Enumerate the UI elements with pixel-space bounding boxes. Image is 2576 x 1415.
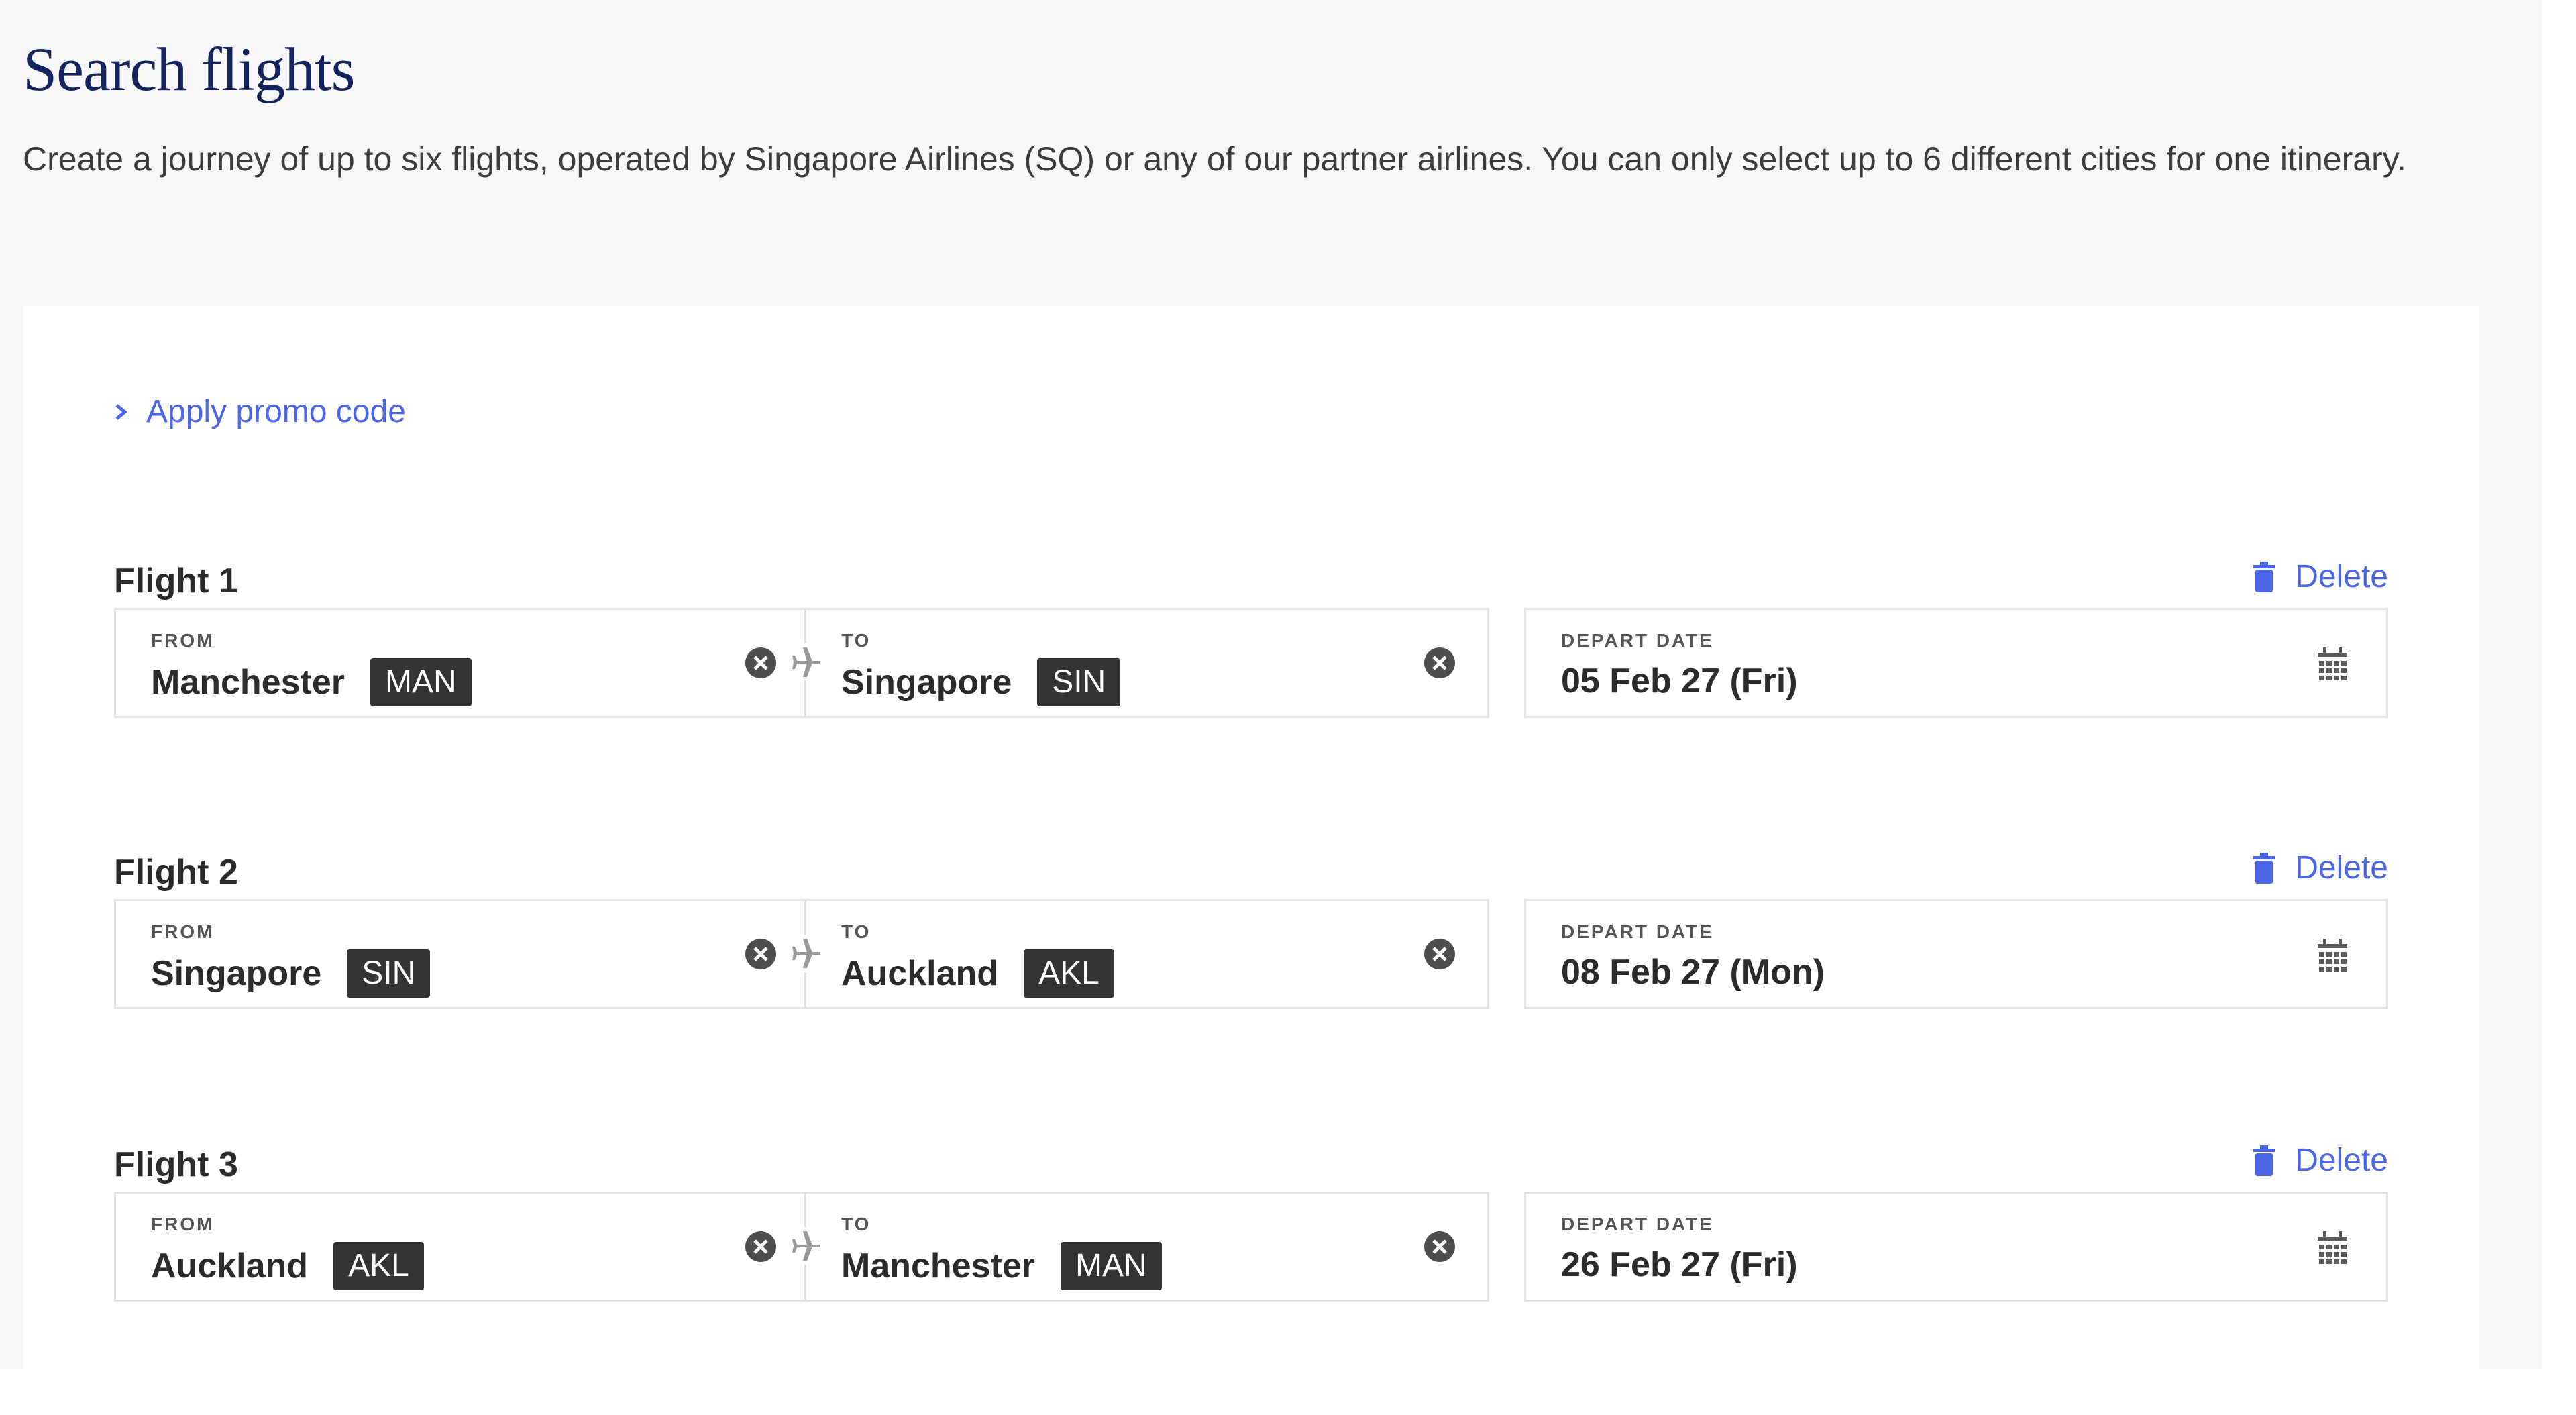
from-field[interactable]: FROM Auckland AKL: [116, 1194, 804, 1300]
apply-promo-code-label: Apply promo code: [146, 394, 406, 429]
clear-circle-icon[interactable]: [1423, 1230, 1456, 1263]
depart-date-field[interactable]: DEPART DATE 08 Feb 27 (Mon): [1524, 899, 2388, 1009]
delete-flight-button[interactable]: Delete: [2252, 1142, 2388, 1179]
from-city: Singapore: [151, 954, 322, 993]
from-label: FROM: [151, 1214, 215, 1235]
depart-date-field[interactable]: DEPART DATE 26 Feb 27 (Fri): [1524, 1192, 2388, 1302]
depart-date-label: DEPART DATE: [1561, 921, 1714, 942]
from-airport-code: AKL: [333, 1242, 424, 1290]
trash-icon: [2253, 852, 2275, 884]
to-airport-code: MAN: [1061, 1242, 1162, 1290]
flight-title: Flight 3: [114, 1145, 238, 1184]
delete-flight-button[interactable]: Delete: [2252, 849, 2388, 886]
to-label: TO: [841, 1214, 871, 1235]
depart-date-label: DEPART DATE: [1561, 1214, 1714, 1235]
to-field[interactable]: TO Singapore SIN: [806, 610, 1487, 716]
depart-date-value: 05 Feb 27 (Fri): [1561, 662, 1798, 700]
from-label: FROM: [151, 921, 215, 942]
apply-promo-code-link[interactable]: Apply promo code: [111, 393, 406, 430]
to-airport-code: SIN: [1037, 658, 1121, 706]
to-field[interactable]: TO Auckland AKL: [806, 901, 1487, 1007]
clear-circle-icon[interactable]: [1423, 937, 1456, 971]
delete-label: Delete: [2295, 559, 2388, 594]
clear-circle-icon[interactable]: [744, 1230, 777, 1263]
to-label: TO: [841, 630, 871, 651]
from-airport-code: MAN: [370, 658, 472, 706]
page-intro: Create a journey of up to six flights, o…: [23, 140, 2406, 178]
depart-date-value: 26 Feb 27 (Fri): [1561, 1245, 1798, 1284]
delete-label: Delete: [2295, 1143, 2388, 1178]
search-card: Apply promo code Flight 1 Delete FROM Ma…: [23, 306, 2479, 1369]
trash-icon: [2253, 561, 2275, 592]
trash-icon: [2253, 1145, 2275, 1176]
from-city: Auckland: [151, 1247, 309, 1286]
from-city: Manchester: [151, 663, 345, 702]
to-city: Auckland: [841, 954, 999, 993]
depart-date-field[interactable]: DEPART DATE 05 Feb 27 (Fri): [1524, 608, 2388, 718]
from-airport-code: SIN: [347, 949, 431, 998]
chevron-right-icon: [115, 403, 127, 420]
to-city: Manchester: [841, 1247, 1035, 1286]
calendar-icon: [2318, 1231, 2347, 1264]
flight-title: Flight 1: [114, 562, 238, 600]
depart-date-label: DEPART DATE: [1561, 630, 1714, 651]
from-label: FROM: [151, 630, 215, 651]
to-airport-code: AKL: [1024, 949, 1114, 998]
from-field[interactable]: FROM Singapore SIN: [116, 901, 804, 1007]
route-field: FROM Auckland AKL TO Manchester MAN: [114, 1192, 1489, 1302]
route-field: FROM Manchester MAN TO Singapore SIN: [114, 608, 1489, 718]
route-field: FROM Singapore SIN TO Auckland AKL: [114, 899, 1489, 1009]
page-title: Search flights: [23, 35, 355, 103]
depart-date-value: 08 Feb 27 (Mon): [1561, 953, 1825, 992]
flight-title: Flight 2: [114, 853, 238, 892]
calendar-icon: [2318, 939, 2347, 972]
clear-circle-icon[interactable]: [1423, 646, 1456, 680]
clear-circle-icon[interactable]: [744, 646, 777, 680]
to-label: TO: [841, 921, 871, 942]
to-city: Singapore: [841, 663, 1012, 702]
clear-circle-icon[interactable]: [744, 937, 777, 971]
to-field[interactable]: TO Manchester MAN: [806, 1194, 1487, 1300]
calendar-icon: [2318, 647, 2347, 680]
delete-flight-button[interactable]: Delete: [2252, 558, 2388, 595]
page: Search flights Create a journey of up to…: [0, 0, 2542, 1369]
delete-label: Delete: [2295, 850, 2388, 886]
from-field[interactable]: FROM Manchester MAN: [116, 610, 804, 716]
